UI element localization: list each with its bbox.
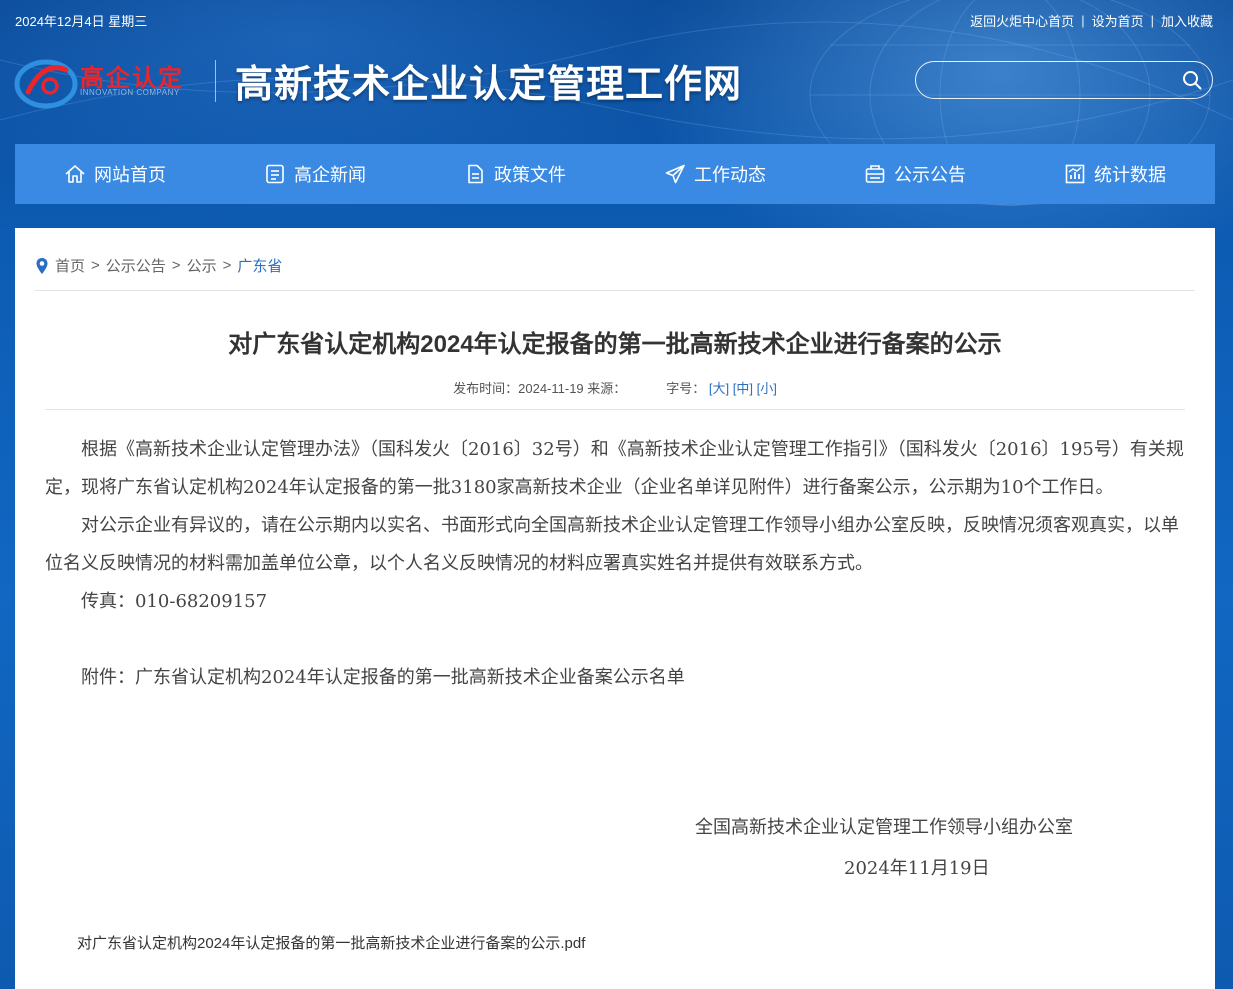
current-date: 2024年12月4日 星期三: [15, 14, 148, 29]
breadcrumb: 首页 > 公示公告 > 公示 > 广东省: [35, 255, 282, 276]
logo-subtitle: INNOVATION COMPANY: [80, 88, 180, 97]
document-icon: [468, 164, 483, 184]
site-logo[interactable]: 高企认定 INNOVATION COMPANY: [14, 52, 204, 112]
main-nav: 网站首页 高企新闻 政策文件 工作动态 公示公告 统计数据: [15, 144, 1215, 204]
nav-label: 公示公告: [894, 165, 966, 185]
link-add-favorite[interactable]: 加入收藏: [1161, 11, 1213, 30]
breadcrumb-arrow: >: [91, 257, 100, 274]
breadcrumb-public[interactable]: 公示: [187, 255, 217, 276]
nav-label: 政策文件: [494, 165, 566, 185]
nav-item-news[interactable]: 高企新闻: [215, 144, 415, 204]
breadcrumb-current[interactable]: 广东省: [237, 255, 282, 276]
search-box: [915, 61, 1213, 99]
link-separator: |: [1150, 13, 1154, 28]
logo-emblem-icon: [14, 59, 78, 109]
breadcrumb-arrow: >: [171, 257, 181, 274]
breadcrumb-divider: [35, 290, 1195, 291]
chart-icon: [1065, 164, 1085, 184]
link-set-homepage[interactable]: 设为首页: [1092, 11, 1144, 30]
font-size-large[interactable]: [大]: [709, 381, 729, 396]
nav-item-home[interactable]: 网站首页: [15, 144, 215, 204]
search-icon[interactable]: [1182, 70, 1202, 90]
font-size-medium[interactable]: [中]: [733, 381, 753, 396]
nav-label: 高企新闻: [294, 165, 366, 185]
nav-item-work-updates[interactable]: 工作动态: [615, 144, 815, 204]
meta-divider: [45, 409, 1185, 410]
font-size-small[interactable]: [小]: [757, 381, 777, 396]
news-icon: [266, 164, 284, 184]
link-torch-center-home[interactable]: 返回火炬中心首页: [970, 11, 1074, 30]
nav-item-statistics[interactable]: 统计数据: [1015, 144, 1215, 204]
home-icon: [65, 165, 85, 183]
search-input[interactable]: [930, 68, 1174, 94]
link-separator: |: [1081, 13, 1085, 28]
article-title: 对广东省认定机构2024年认定报备的第一批高新技术企业进行备案的公示: [228, 331, 1002, 358]
send-icon: [665, 164, 685, 184]
signature-date: 2024年11月19日: [844, 858, 990, 879]
top-links: 返回火炬中心首页 | 设为首页 | 加入收藏: [970, 11, 1213, 30]
article-body: 根据《高新技术企业认定管理办法》（国科发火〔2016〕32号）和《高新技术企业认…: [45, 431, 1185, 697]
site-title: 高新技术企业认定管理工作网: [235, 61, 743, 106]
nav-item-policy[interactable]: 政策文件: [415, 144, 615, 204]
header-divider: [215, 60, 216, 102]
breadcrumb-notices[interactable]: 公示公告: [106, 255, 166, 276]
nav-item-notices[interactable]: 公示公告: [815, 144, 1015, 204]
attachment-line: 附件：广东省认定机构2024年认定报备的第一批高新技术企业备案公示名单: [81, 667, 685, 688]
signature-organization: 全国高新技术企业认定管理工作领导小组办公室: [695, 817, 1073, 838]
font-size-label: 字号：: [666, 381, 706, 396]
nav-label: 统计数据: [1094, 165, 1166, 185]
publish-info: 发布时间：2024-11-19 来源：: [453, 381, 627, 396]
nav-label: 网站首页: [94, 165, 166, 185]
pdf-attachment-link[interactable]: 对广东省认定机构2024年认定报备的第一批高新技术企业进行备案的公示.pdf: [77, 932, 585, 953]
nav-label: 工作动态: [694, 165, 766, 185]
content-panel: 首页 > 公示公告 > 公示 > 广东省 对广东省认定机构2024年认定报备的第…: [15, 228, 1215, 989]
article-meta: 发布时间：2024-11-19 来源： 字号： [大] [中] [小]: [15, 378, 1215, 397]
location-pin-icon: [36, 257, 48, 274]
notice-icon: [865, 165, 885, 183]
fax-line: 传真：010-68209157: [81, 591, 268, 612]
paragraph: 根据《高新技术企业认定管理办法》（国科发火〔2016〕32号）和《高新技术企业认…: [45, 439, 1184, 498]
paragraph: 对公示企业有异议的，请在公示期内以实名、书面形式向全国高新技术企业认定管理工作领…: [45, 515, 1179, 574]
breadcrumb-arrow: >: [222, 257, 232, 274]
breadcrumb-home[interactable]: 首页: [55, 255, 85, 276]
